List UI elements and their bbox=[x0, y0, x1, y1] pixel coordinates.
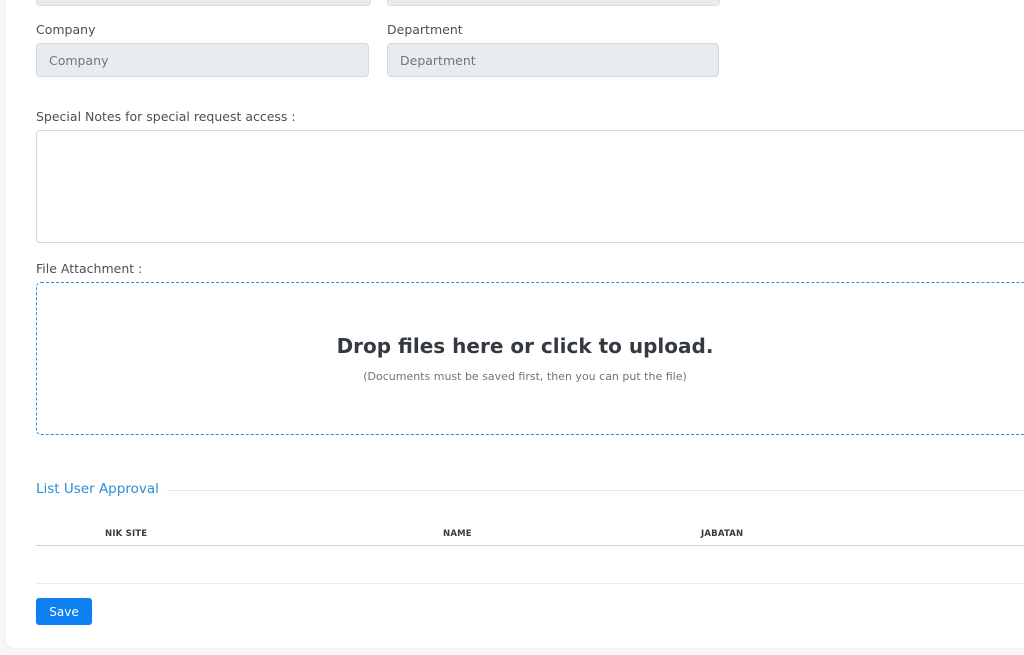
special-notes-textarea[interactable] bbox=[36, 130, 1024, 243]
save-button[interactable]: Save bbox=[36, 598, 92, 625]
approval-section-title: List User Approval bbox=[36, 481, 159, 497]
file-attachment-label: File Attachment : bbox=[36, 261, 143, 276]
table-header-divider bbox=[36, 545, 1024, 546]
previous-input-stub[interactable] bbox=[36, 0, 371, 6]
special-notes-label: Special Notes for special request access… bbox=[36, 109, 296, 124]
dropzone-subtitle: (Documents must be saved first, then you… bbox=[363, 370, 687, 383]
department-input[interactable] bbox=[387, 43, 719, 77]
company-label: Company bbox=[36, 22, 96, 37]
previous-input-stub[interactable] bbox=[387, 0, 720, 6]
department-label: Department bbox=[387, 22, 463, 37]
footer-divider bbox=[36, 583, 1024, 584]
column-header-nik-site[interactable]: NIK SITE bbox=[105, 529, 147, 539]
dropzone-title: Drop files here or click to upload. bbox=[336, 334, 714, 358]
column-header-jabatan[interactable]: JABATAN bbox=[701, 529, 743, 539]
column-header-name[interactable]: NAME bbox=[443, 529, 472, 539]
section-divider bbox=[167, 490, 1024, 491]
company-input[interactable] bbox=[36, 43, 369, 77]
file-dropzone[interactable]: Drop files here or click to upload. (Doc… bbox=[36, 282, 1024, 435]
form-card: Company Department Special Notes for spe… bbox=[6, 0, 1024, 648]
